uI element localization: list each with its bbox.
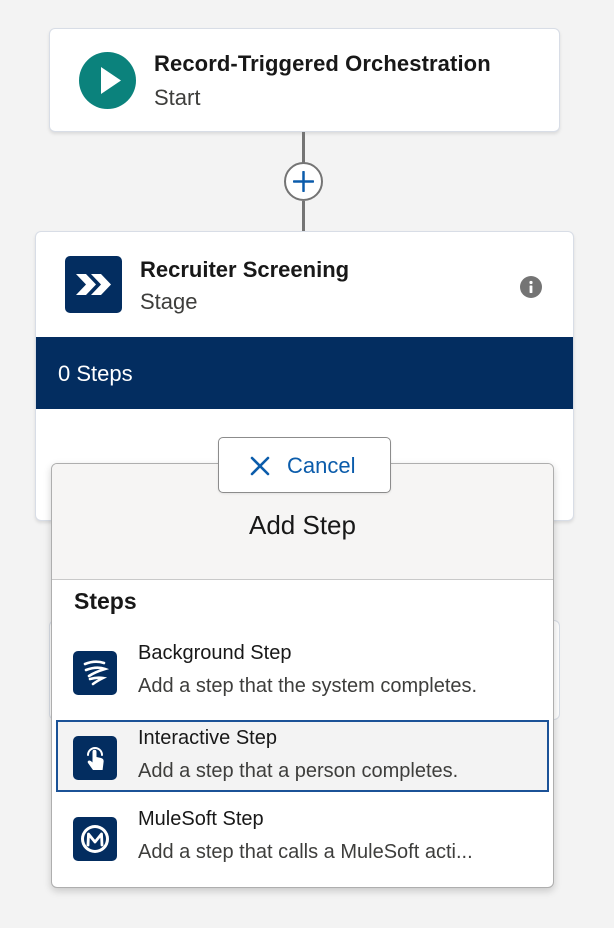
plus-icon [293, 171, 314, 192]
stage-subtitle: Stage [140, 289, 198, 314]
cancel-button[interactable]: Cancel [218, 437, 391, 493]
touch-icon [73, 736, 117, 780]
add-element-button[interactable] [284, 162, 323, 201]
add-step-panel: Add Step Steps Background Step Add a ste… [51, 463, 554, 888]
info-icon[interactable] [520, 276, 542, 298]
wind-icon [73, 651, 117, 695]
interactive-step-name: Interactive Step [138, 727, 277, 749]
steps-count-bar: 0 Steps [36, 337, 573, 409]
close-icon [250, 456, 270, 476]
stage-title: Recruiter Screening [140, 257, 350, 282]
start-node-card[interactable]: Record-Triggered Orchestration Start [49, 28, 560, 132]
mulesoft-step-option[interactable]: MuleSoft Step Add a step that calls a Mu… [56, 801, 549, 873]
cancel-label: Cancel [287, 453, 356, 478]
mulesoft-step-name: MuleSoft Step [138, 808, 264, 830]
background-step-option[interactable]: Background Step Add a step that the syst… [56, 635, 549, 707]
connector-line-top [302, 132, 305, 163]
chevrons-right-icon [65, 256, 122, 313]
background-step-description: Add a step that the system completes. [138, 675, 478, 697]
steps-section-heading: Steps [74, 588, 137, 614]
steps-count-label: 0 Steps [58, 361, 133, 386]
add-step-title: Add Step [249, 510, 356, 540]
connector-line-bottom [302, 201, 305, 231]
start-node-subtitle: Start [154, 85, 201, 110]
background-step-name: Background Step [138, 642, 292, 664]
interactive-step-option[interactable]: Interactive Step Add a step that a perso… [56, 720, 549, 792]
mulesoft-icon [73, 817, 117, 861]
play-icon [79, 52, 136, 109]
start-node-title: Record-Triggered Orchestration [154, 51, 491, 76]
interactive-step-description: Add a step that a person completes. [138, 760, 459, 782]
mulesoft-step-description: Add a step that calls a MuleSoft acti... [138, 841, 473, 863]
